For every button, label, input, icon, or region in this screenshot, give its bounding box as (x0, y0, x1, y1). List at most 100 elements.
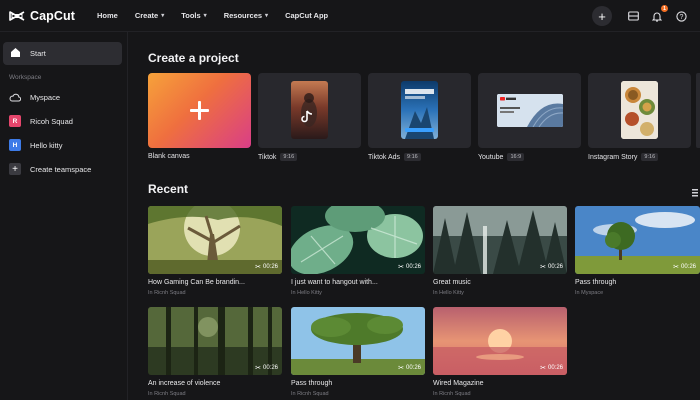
nav-create-label: Create (134, 11, 159, 20)
main-content: Create a project Blank canvas Tiktok 9:1… (129, 32, 700, 400)
project-space: In Ricnh Squad (433, 391, 471, 397)
chevron-down-icon: ▾ (265, 13, 269, 19)
sidebar-item-myspace[interactable]: Myspace (9, 90, 60, 104)
nav-resources-label: Resources (223, 11, 263, 20)
main-nav: Home Create ▾ Tools ▾ Resources ▾ CapCut Ap… (97, 11, 345, 20)
template-name: Instagram Story (588, 153, 638, 161)
duration-badge: ✂ 00:26 (398, 364, 421, 372)
cloud-icon (9, 91, 21, 103)
template-label: Tiktok Ads 9:16 (368, 153, 421, 161)
duration-badge: ✂ 00:26 (540, 263, 563, 271)
duration-text: 00:26 (405, 365, 421, 371)
template-tiktok[interactable] (258, 73, 361, 148)
chevron-down-icon: ▾ (203, 13, 207, 19)
recent-project-thumbnail[interactable]: ✂ 00:26 (575, 206, 700, 274)
nav-resources[interactable]: Resources ▾ (224, 11, 268, 20)
duration-text: 00:26 (547, 365, 563, 371)
template-label: Tiktok 9:16 (258, 153, 298, 161)
sidebar-item-ricoh-squad[interactable]: R Ricoh Squad (9, 114, 73, 128)
workspace-heading: Workspace (9, 74, 42, 81)
team-avatar: H (9, 139, 21, 151)
template-instagram-story[interactable] (588, 73, 691, 148)
project-space: In Ricnh Squad (148, 391, 186, 397)
template-blank-canvas[interactable] (148, 73, 251, 148)
scissors-icon: ✂ (540, 264, 546, 271)
instagram-story-preview-thumbnail (621, 81, 658, 139)
nav-tools[interactable]: Tools ▾ (181, 11, 206, 20)
recent-project-thumbnail[interactable]: ✂ 00:26 (291, 206, 425, 274)
sidebar: Start Workspace Myspace R Ricoh Squad H … (0, 32, 128, 400)
scissors-icon: ✂ (673, 264, 679, 271)
logo-text: CapCut (30, 8, 76, 23)
duration-text: 00:26 (262, 365, 278, 371)
scissors-icon: ✂ (255, 264, 261, 271)
duration-badge: ✂ 00:26 (673, 263, 696, 271)
youtube-preview-thumbnail (497, 94, 563, 127)
project-space: In Hello Kitty (291, 290, 322, 296)
tiktok-ads-preview-thumbnail (401, 81, 438, 139)
nav-tools-label: Tools (181, 11, 201, 20)
recent-project-thumbnail[interactable]: ✂ 00:26 (433, 307, 567, 375)
recent-project-thumbnail[interactable]: ✂ 00:26 (433, 206, 567, 274)
nav-create[interactable]: Create ▾ (135, 11, 164, 20)
template-label: Youtube 16:9 (478, 153, 525, 161)
capcut-logo-icon (9, 10, 25, 22)
nav-home[interactable]: Home (97, 11, 118, 20)
tiktok-preview-thumbnail (291, 81, 328, 139)
scissors-icon: ✂ (255, 365, 261, 372)
duration-text: 00:26 (262, 264, 278, 270)
project-space: In Ricnh Squad (291, 391, 329, 397)
recent-heading: Recent (148, 182, 189, 196)
ratio-badge: 9:16 (404, 153, 421, 161)
help-icon[interactable]: ? (674, 9, 688, 23)
template-label: Instagram Story 9:16 (588, 153, 659, 161)
team-avatar: R (9, 115, 21, 127)
duration-badge: ✂ 00:26 (540, 364, 563, 372)
notification-bell-icon[interactable]: 1 (650, 5, 668, 23)
sidebar-item-start[interactable]: Start (3, 42, 122, 65)
capcut-logo[interactable]: CapCut (9, 9, 87, 23)
project-space: In Hello Kitty (433, 290, 464, 296)
template-name: Tiktok Ads (368, 153, 401, 161)
sidebar-item-hello-kitty[interactable]: H Hello kitty (9, 138, 63, 152)
sidebar-item-label: Ricoh Squad (30, 116, 73, 126)
carousel-next-stub[interactable] (696, 73, 700, 148)
template-tiktok-ads[interactable] (368, 73, 471, 148)
scissors-icon: ✂ (398, 264, 404, 271)
nav-capcut-app[interactable]: CapCut App (285, 11, 328, 20)
plus-icon: + (598, 8, 606, 24)
inbox-icon[interactable] (626, 9, 640, 23)
duration-badge: ✂ 00:26 (398, 263, 421, 271)
duration-text: 00:26 (680, 264, 696, 270)
sidebar-item-label: Start (30, 49, 46, 58)
top-actions: + 1 ? (592, 0, 688, 32)
sidebar-item-create-teamspace[interactable]: + Create teamspace (9, 162, 91, 176)
template-label: Blank canvas (148, 153, 190, 160)
add-button[interactable]: + (592, 6, 612, 26)
project-title: Pass through (291, 380, 333, 387)
project-space: In Ricnh Squad (148, 290, 186, 296)
sidebar-item-label: Hello kitty (30, 140, 63, 150)
nav-home-label: Home (97, 11, 118, 20)
nav-capcut-app-label: CapCut App (285, 11, 329, 20)
recent-project-thumbnail[interactable]: ✂ 00:26 (291, 307, 425, 375)
recent-project-thumbnail[interactable]: ✂ 00:26 (148, 307, 282, 375)
project-title: An increase of violence (148, 380, 221, 387)
svg-text:?: ? (679, 14, 683, 21)
project-title: Great music (433, 279, 471, 286)
scissors-icon: ✂ (398, 365, 404, 372)
list-view-icon[interactable] (692, 184, 698, 197)
sidebar-item-label: Create teamspace (30, 164, 92, 174)
recent-project-thumbnail[interactable]: ✂ 00:26 (148, 206, 282, 274)
ratio-badge: 9:16 (280, 153, 298, 161)
ratio-badge: 9:16 (641, 153, 659, 161)
scissors-icon: ✂ (540, 365, 546, 372)
create-project-heading: Create a project (148, 51, 239, 65)
project-title: Pass through (575, 279, 617, 286)
chevron-down-icon: ▾ (161, 13, 165, 19)
duration-badge: ✂ 00:26 (255, 364, 278, 372)
duration-badge: ✂ 00:26 (255, 263, 278, 271)
template-youtube[interactable] (478, 73, 581, 148)
template-name: Tiktok (258, 153, 277, 161)
project-title: Wired Magazine (433, 380, 484, 387)
